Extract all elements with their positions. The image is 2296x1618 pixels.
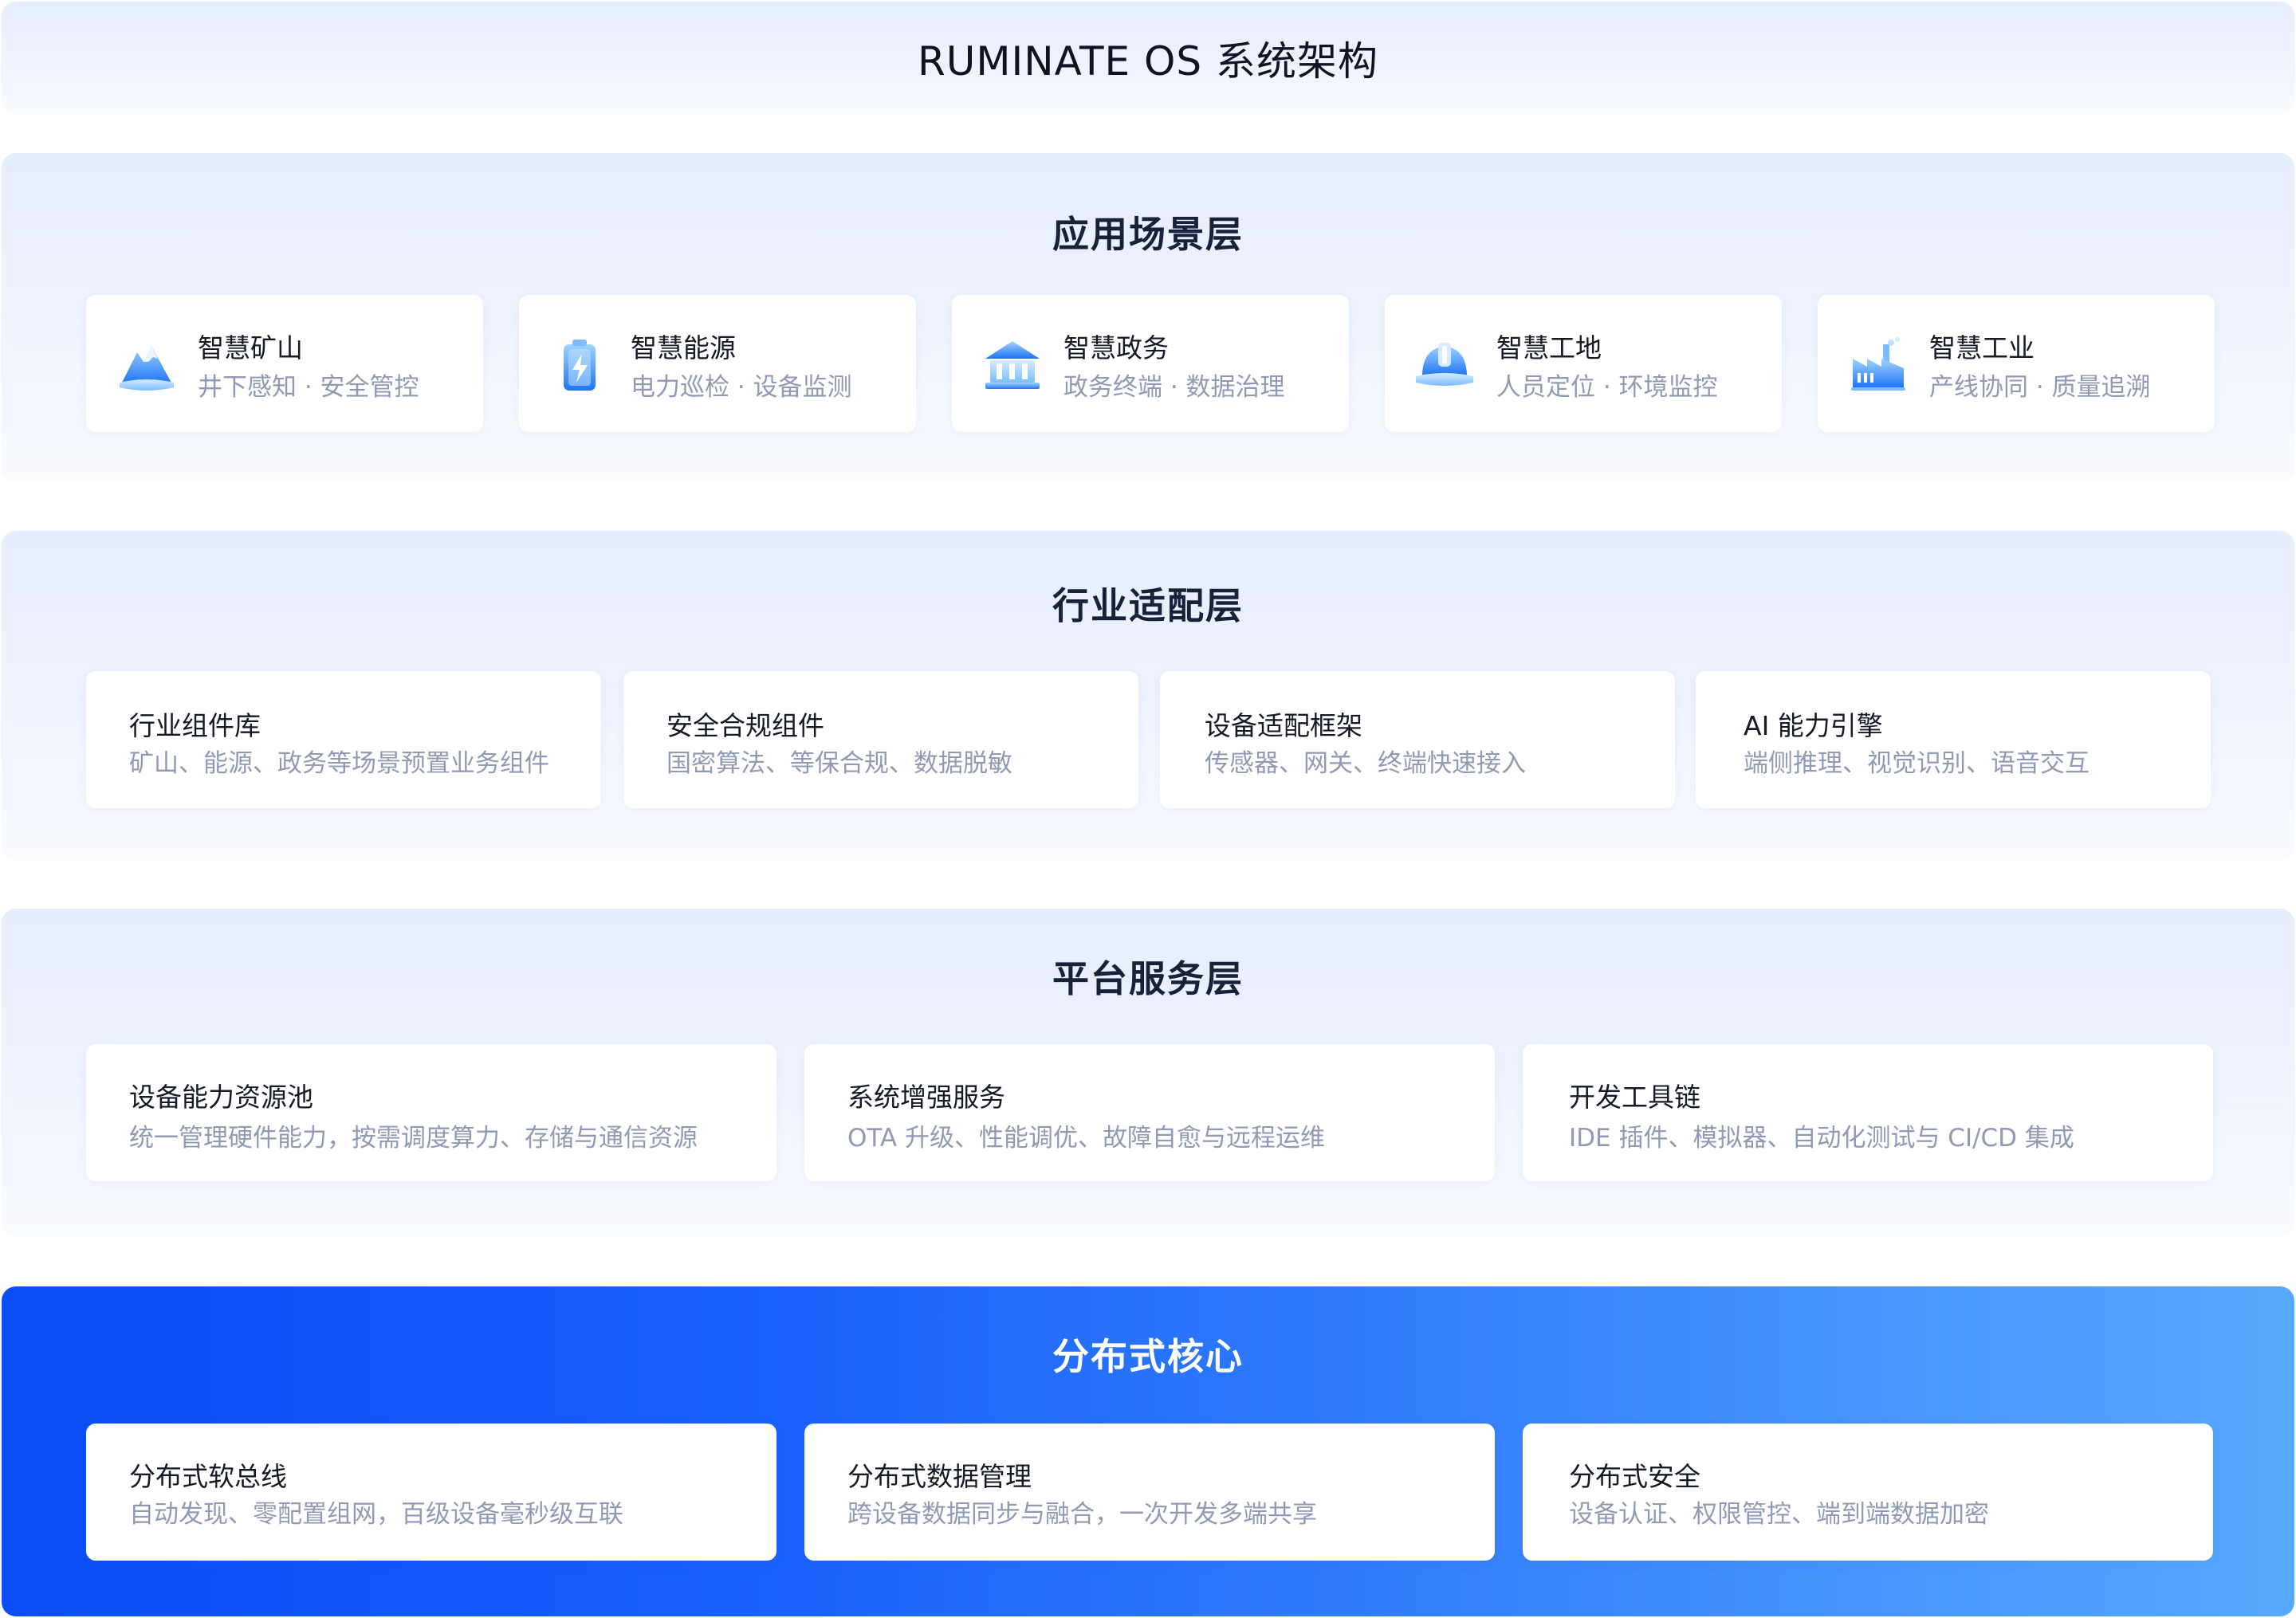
platform-card-dev-toolchain[interactable]: 开发工具链 IDE 插件、模拟器、自动化测试与 CI/CD 集成 [1523, 1044, 2213, 1181]
scenario-card-government[interactable]: 智慧政务 政务终端 · 数据治理 [952, 295, 1349, 432]
card-title: 智慧工地 [1496, 332, 1602, 363]
industry-card-ai-engine[interactable]: AI 能力引擎 端侧推理、视觉识别、语音交互 [1696, 671, 2211, 808]
card-subtitle: 人员定位 · 环境监控 [1496, 373, 1718, 402]
factory-icon [1851, 337, 1905, 391]
card-title: 分布式安全 [1569, 1461, 1700, 1492]
platform-layer-panel: 平台服务层 设备能力资源池 统一管理硬件能力，按需调度算力、存储与通信资源 系统… [2, 909, 2294, 1237]
card-title: 开发工具链 [1569, 1082, 1700, 1113]
card-subtitle: 产线协同 · 质量追溯 [1929, 373, 2151, 402]
card-subtitle: 自动发现、零配置组网，百级设备毫秒级互联 [129, 1500, 623, 1529]
card-title: 设备适配框架 [1205, 710, 1362, 741]
scenario-card-mining[interactable]: 智慧矿山 井下感知 · 安全管控 [86, 295, 483, 432]
card-subtitle: 端侧推理、视觉识别、语音交互 [1744, 749, 2090, 778]
scenario-card-energy[interactable]: 智慧能源 电力巡检 · 设备监测 [519, 295, 916, 432]
hard-hat-icon [1416, 343, 1473, 386]
platform-layer-title: 平台服务层 [1052, 957, 1244, 1000]
card-subtitle: OTA 升级、性能调优、故障自愈与远程运维 [847, 1124, 1325, 1153]
card-title: AI 能力引擎 [1744, 710, 1883, 741]
card-subtitle: 跨设备数据同步与融合，一次开发多端共享 [847, 1500, 1317, 1529]
core-card-data-management[interactable]: 分布式数据管理 跨设备数据同步与融合，一次开发多端共享 [804, 1424, 1495, 1561]
application-layer-panel: 应用场景层 智慧矿山 井下感知 · 安全管控 智慧能源 电力巡检 · 设备监测 … [2, 153, 2294, 481]
battery-icon [564, 340, 596, 391]
card-title: 智慧工业 [1929, 332, 2035, 363]
header-panel: RUMINATE OS 系统架构 [2, 2, 2294, 115]
application-layer-title: 应用场景层 [1052, 213, 1244, 256]
card-subtitle: IDE 插件、模拟器、自动化测试与 CI/CD 集成 [1569, 1124, 2074, 1153]
industry-card-component-library[interactable]: 行业组件库 矿山、能源、政务等场景预置业务组件 [86, 671, 601, 808]
card-title: 智慧矿山 [198, 332, 303, 363]
card-title: 安全合规组件 [666, 710, 824, 741]
core-card-security[interactable]: 分布式安全 设备认证、权限管控、端到端数据加密 [1523, 1424, 2213, 1561]
distributed-core-panel: 分布式核心 分布式软总线 自动发现、零配置组网，百级设备毫秒级互联 分布式数据管… [2, 1286, 2294, 1616]
mountain-icon [120, 346, 174, 391]
industry-card-security-compliance[interactable]: 安全合规组件 国密算法、等保合规、数据脱敏 [623, 671, 1138, 808]
government-building-icon [985, 341, 1040, 389]
platform-card-resource-pool[interactable]: 设备能力资源池 统一管理硬件能力，按需调度算力、存储与通信资源 [86, 1044, 776, 1181]
core-card-soft-bus[interactable]: 分布式软总线 自动发现、零配置组网，百级设备毫秒级互联 [86, 1424, 776, 1561]
scenario-card-industry[interactable]: 智慧工业 产线协同 · 质量追溯 [1818, 295, 2215, 432]
card-title: 系统增强服务 [847, 1082, 1005, 1113]
card-subtitle: 国密算法、等保合规、数据脱敏 [666, 749, 1012, 778]
page-title: RUMINATE OS 系统架构 [918, 38, 1378, 84]
card-subtitle: 统一管理硬件能力，按需调度算力、存储与通信资源 [129, 1124, 698, 1153]
industry-layer-title: 行业适配层 [1052, 584, 1244, 627]
card-title: 智慧能源 [631, 332, 736, 363]
card-title: 分布式软总线 [129, 1461, 287, 1492]
industry-card-device-adaptation[interactable]: 设备适配框架 传感器、网关、终端快速接入 [1160, 671, 1675, 808]
scenario-card-construction[interactable]: 智慧工地 人员定位 · 环境监控 [1385, 295, 1782, 432]
card-title: 智慧政务 [1063, 332, 1169, 363]
card-subtitle: 矿山、能源、政务等场景预置业务组件 [129, 749, 549, 778]
card-title: 行业组件库 [129, 710, 261, 741]
card-title: 设备能力资源池 [129, 1082, 313, 1113]
distributed-core-title: 分布式核心 [1052, 1335, 1244, 1378]
card-subtitle: 政务终端 · 数据治理 [1063, 373, 1285, 402]
card-title: 分布式数据管理 [847, 1461, 1032, 1492]
card-subtitle: 电力巡检 · 设备监测 [631, 373, 852, 402]
card-subtitle: 传感器、网关、终端快速接入 [1205, 749, 1526, 778]
industry-layer-panel: 行业适配层 行业组件库 矿山、能源、政务等场景预置业务组件 安全合规组件 国密算… [2, 531, 2294, 861]
card-subtitle: 井下感知 · 安全管控 [198, 373, 419, 402]
platform-card-system-enhancement[interactable]: 系统增强服务 OTA 升级、性能调优、故障自愈与远程运维 [804, 1044, 1495, 1181]
card-subtitle: 设备认证、权限管控、端到端数据加密 [1569, 1500, 1989, 1529]
